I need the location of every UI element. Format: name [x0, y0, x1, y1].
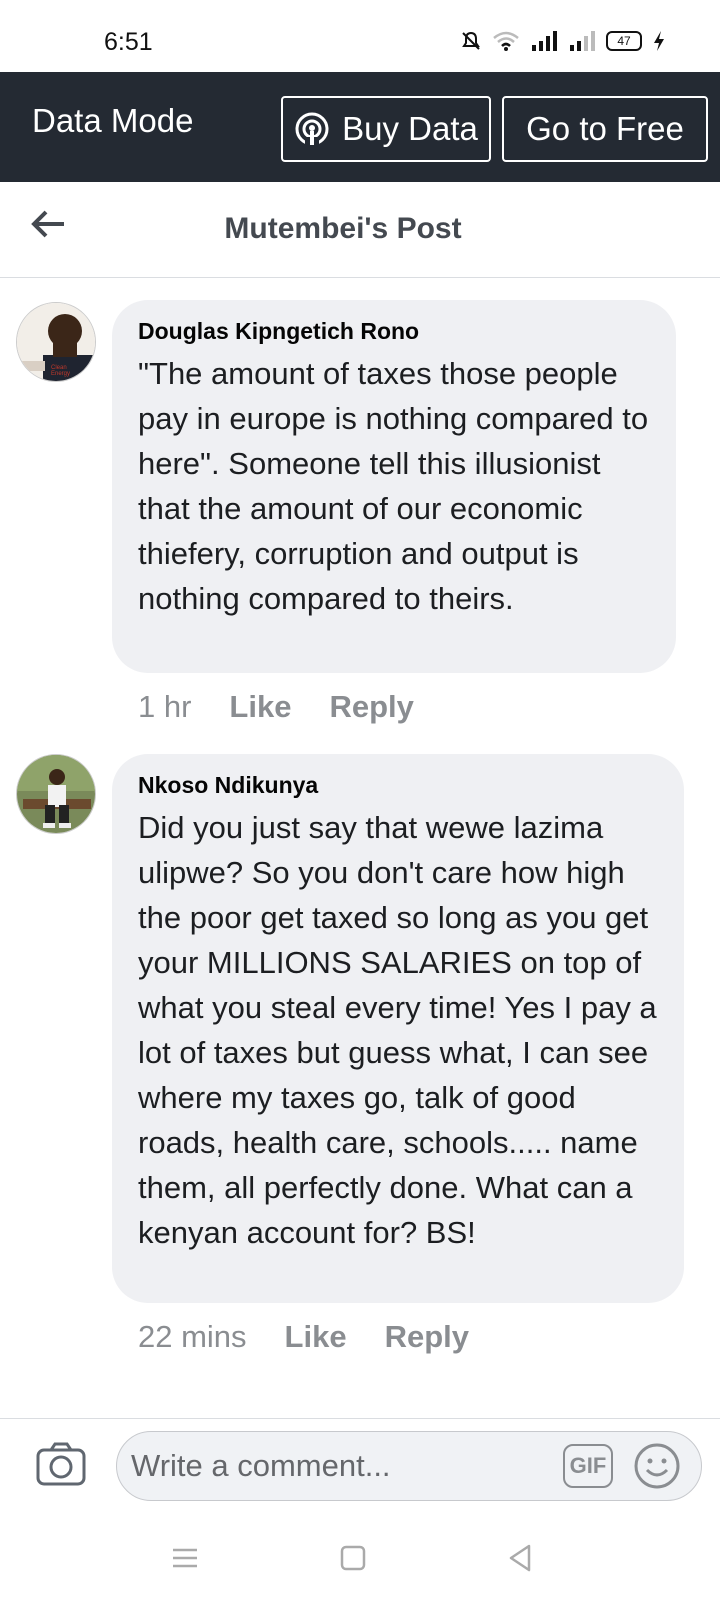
buy-data-button[interactable]: Buy Data [281, 96, 491, 162]
comment-input-box[interactable]: GIF [116, 1431, 702, 1501]
like-button[interactable]: Like [285, 1319, 347, 1355]
gif-button[interactable]: GIF [563, 1444, 613, 1488]
buy-data-label: Buy Data [342, 110, 478, 147]
charging-icon [654, 31, 664, 51]
back-icon[interactable] [505, 1542, 537, 1574]
comment-composer: GIF [0, 1418, 720, 1514]
comment-text: "The amount of taxes those people pay in… [138, 356, 649, 616]
page-title: Mutembei's Post [224, 212, 462, 245]
status-time: 6:51 [104, 28, 153, 56]
comment-text: Did you just say that wewe lazima ulipwe… [138, 810, 657, 1250]
comment-time: 1 hr [138, 689, 192, 724]
post-header: Mutembei's Post [0, 182, 720, 278]
reply-button[interactable]: Reply [385, 1319, 469, 1355]
go-to-free-button[interactable]: Go to Free [502, 96, 708, 162]
emoji-icon[interactable] [633, 1442, 681, 1490]
broadcast-icon [295, 112, 329, 146]
system-nav-bar [0, 1520, 720, 1600]
svg-text:Energy: Energy [51, 371, 70, 377]
avatar[interactable] [16, 754, 96, 834]
menu-icon[interactable] [169, 1542, 201, 1574]
mute-bell-icon [462, 31, 480, 50]
signal-2-icon [570, 31, 595, 51]
status-bar: 6:51 47 [0, 0, 720, 72]
avatar[interactable]: Clean Energy [16, 302, 96, 382]
wifi-icon [493, 31, 519, 51]
data-mode-bar: Data Mode Buy Data Go to Free [0, 72, 720, 182]
comment-bubble: Douglas Kipngetich Rono "The amount of t… [112, 300, 676, 673]
home-icon[interactable] [337, 1542, 369, 1574]
battery-indicator: 47 [606, 31, 642, 51]
reply-button[interactable]: Reply [329, 689, 413, 725]
comment-input[interactable] [131, 1442, 541, 1490]
data-mode-title: Data Mode [32, 102, 194, 139]
status-icons: 47 [460, 30, 666, 52]
comment-author[interactable]: Douglas Kipngetich Rono [138, 318, 652, 345]
comment-author[interactable]: Nkoso Ndikunya [138, 772, 660, 799]
signal-icon [532, 31, 557, 51]
comment-bubble: Nkoso Ndikunya Did you just say that wew… [112, 754, 684, 1303]
comment-meta: 22 mins Like Reply [138, 1319, 469, 1355]
comment-time: 22 mins [138, 1319, 247, 1354]
like-button[interactable]: Like [229, 689, 291, 725]
comment-meta: 1 hr Like Reply [138, 689, 414, 725]
camera-icon[interactable] [36, 1441, 86, 1487]
